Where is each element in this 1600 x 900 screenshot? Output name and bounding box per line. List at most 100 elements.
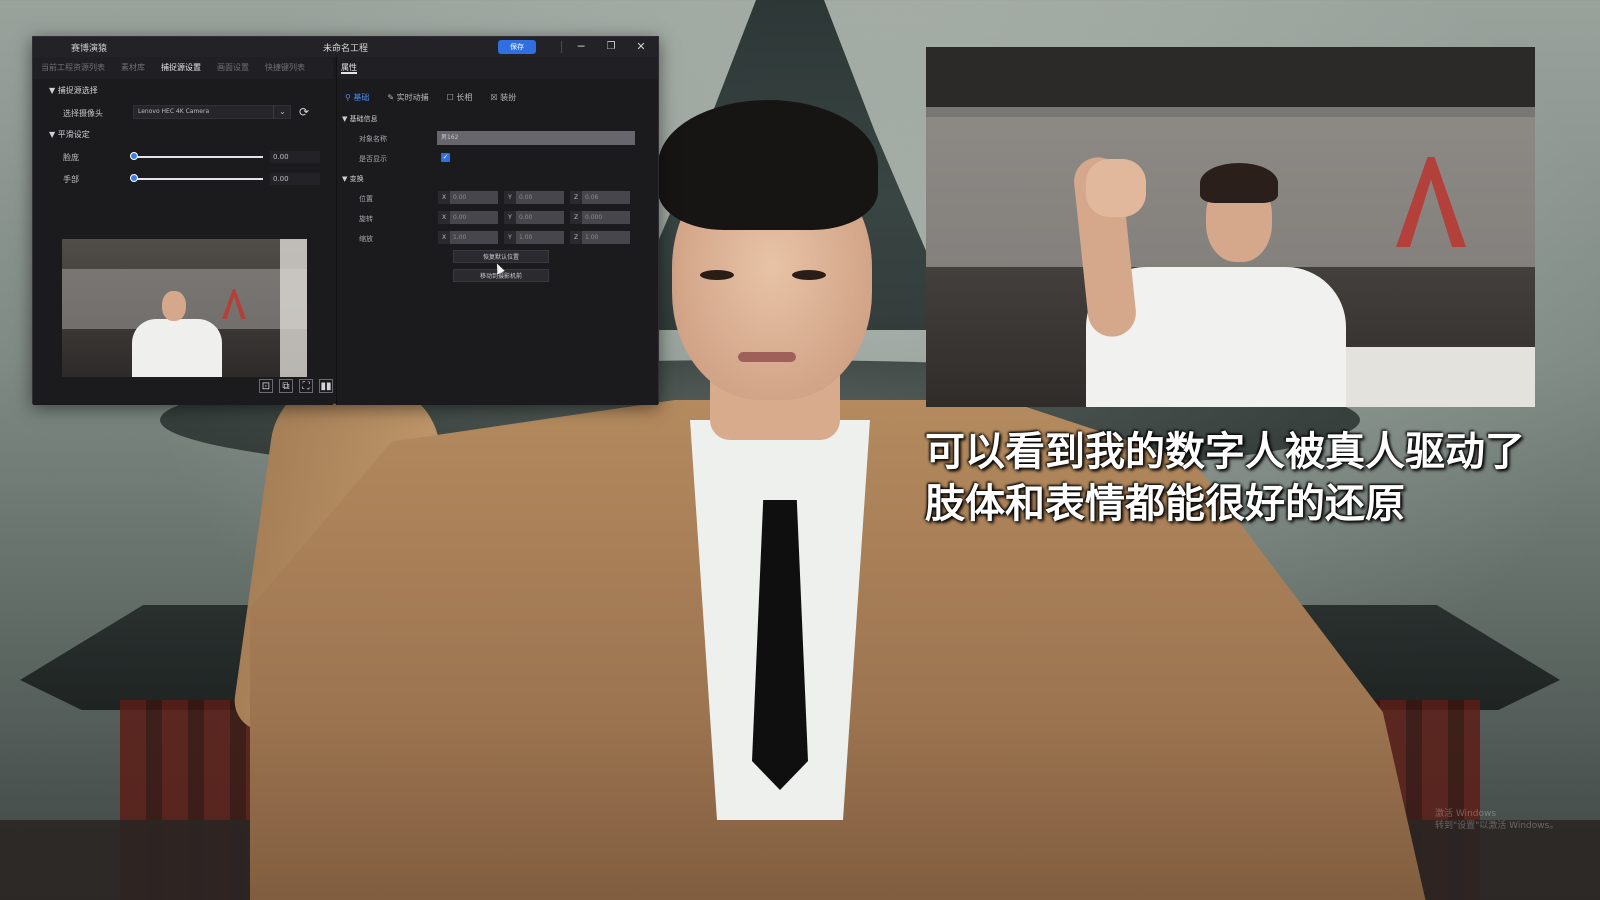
preview-person-head xyxy=(162,291,186,321)
person-frame-icon[interactable]: ⊡ xyxy=(259,379,273,393)
webcam-feed xyxy=(926,47,1535,407)
transform-toggle[interactable]: ▼ 变换 xyxy=(342,174,364,184)
watermark-line-1: 激活 Windows xyxy=(1435,809,1497,819)
axis-z-label: Z xyxy=(570,191,582,204)
scale-x-value: 1.00 xyxy=(453,234,467,241)
face-smoothing-thumb[interactable] xyxy=(130,152,138,160)
position-x-field[interactable]: X 0.00 xyxy=(438,191,498,204)
webcam-desk xyxy=(1346,347,1535,407)
visible-checkbox[interactable]: ✓ xyxy=(441,153,450,162)
window-title: 未命名工程 xyxy=(323,44,369,54)
scale-y-value: 1.00 xyxy=(519,234,533,241)
rotation-label: 旋转 xyxy=(359,215,373,223)
ground xyxy=(0,820,1600,900)
rotation-y-value: 0.00 xyxy=(519,214,533,221)
scale-y-field[interactable]: Y 1.00 xyxy=(504,231,564,244)
refresh-icon[interactable]: ⟳ xyxy=(296,104,312,120)
preview-toolbar: ⊡ ⧉ ⛶ ▮▮ xyxy=(253,379,333,393)
smoothing-section-toggle[interactable]: ▼ 平滑设定 xyxy=(49,129,90,140)
tab-project-resources[interactable]: 当前工程资源列表 xyxy=(41,57,105,79)
title-bar[interactable]: 赛博演猿 未命名工程 保存 ─ ❐ ✕ xyxy=(33,37,658,57)
scale-x-field[interactable]: X 1.00 xyxy=(438,231,498,244)
capture-source-section-toggle[interactable]: ▼ 捕捉源选择 xyxy=(49,85,98,96)
position-z-value: 0.06 xyxy=(585,194,599,201)
person-hair xyxy=(1200,163,1278,203)
subtab-appearance[interactable]: ☐ 长相 xyxy=(447,92,473,103)
left-tabs: 当前工程资源列表 素材库 捕捉源设置 画面设置 快捷键列表 xyxy=(33,57,333,79)
subtitles: 可以看到我的数字人被真人驱动了 肢体和表情都能很好的还原 xyxy=(925,426,1565,530)
axis-y-label: Y xyxy=(504,191,516,204)
position-x-value: 0.00 xyxy=(453,194,467,201)
basic-info-title: 基础信息 xyxy=(349,115,378,123)
subtab-basic[interactable]: ⚲ 基础 xyxy=(345,92,369,103)
axis-z-label: Z xyxy=(570,211,582,224)
save-button[interactable]: 保存 xyxy=(498,40,536,54)
smoothing-title: 平滑设定 xyxy=(57,130,90,139)
subtab-basic-label: 基础 xyxy=(353,93,370,102)
axis-x-label: X xyxy=(438,231,450,244)
fit-screen-icon[interactable]: ⛶ xyxy=(299,379,313,393)
properties-tab[interactable]: 属性 xyxy=(341,63,357,74)
subtab-outfit[interactable]: ☒ 装扮 xyxy=(490,92,516,103)
capture-source-title: 捕捉源选择 xyxy=(57,86,98,95)
hand-smoothing-slider[interactable] xyxy=(133,178,263,180)
position-label: 位置 xyxy=(359,195,373,203)
object-name-input[interactable]: 男162 xyxy=(437,131,635,145)
position-z-field[interactable]: Z 0.06 xyxy=(570,191,630,204)
camera-preview xyxy=(62,239,307,377)
tab-capture-source[interactable]: 捕捉源设置 xyxy=(161,57,201,79)
title-separator xyxy=(561,41,562,53)
tab-display-settings[interactable]: 画面设置 xyxy=(217,57,249,79)
property-subtabs: ⚲ 基础 ✎ 实时动捕 ☐ 长相 ☒ 装扮 xyxy=(345,92,534,103)
subtab-live-capture-label: 实时动捕 xyxy=(396,93,429,102)
tab-asset-library[interactable]: 素材库 xyxy=(121,57,145,79)
chevron-down-icon[interactable]: ⌄ xyxy=(273,105,291,119)
copy-icon[interactable]: ⧉ xyxy=(279,379,293,393)
position-y-field[interactable]: Y 0.00 xyxy=(504,191,564,204)
app-name: 赛博演猿 xyxy=(71,44,108,54)
app-window: 赛博演猿 未命名工程 保存 ─ ❐ ✕ 当前工程资源列表 素材库 捕捉源设置 画… xyxy=(32,36,659,405)
split-view-icon[interactable]: ▮▮ xyxy=(319,379,333,393)
tab-shortcuts[interactable]: 快捷键列表 xyxy=(265,57,305,79)
scale-label: 缩放 xyxy=(359,235,373,243)
position-y-value: 0.00 xyxy=(519,194,533,201)
preview-side-object xyxy=(280,239,307,377)
basic-info-toggle[interactable]: ▼ 基础信息 xyxy=(342,114,378,124)
object-name-label: 对象名称 xyxy=(359,135,387,143)
rotation-x-value: 0.00 xyxy=(453,214,467,221)
axis-z-label: Z xyxy=(570,231,582,244)
hand-smoothing-thumb[interactable] xyxy=(130,174,138,182)
hand-smoothing-value[interactable]: 0.00 xyxy=(270,173,320,185)
preview-person-shirt xyxy=(132,319,222,377)
axis-x-label: X xyxy=(438,191,450,204)
rotation-x-field[interactable]: X 0.00 xyxy=(438,211,498,224)
camera-label: 选择摄像头 xyxy=(63,109,103,118)
rotation-z-field[interactable]: Z 0.000 xyxy=(570,211,630,224)
person-hand xyxy=(1086,159,1146,217)
camera-select[interactable]: Lenovo HEC 4K Camera xyxy=(133,105,291,119)
windows-activation-watermark: 激活 Windows 转到"设置"以激活 Windows。 xyxy=(1435,808,1558,832)
scale-z-value: 1.00 xyxy=(585,234,599,241)
properties-panel: 属性 ⚲ 基础 ✎ 实时动捕 ☐ 长相 ☒ 装扮 ▼ 基础信息 对象名称 男16… xyxy=(336,57,658,405)
subtab-outfit-label: 装扮 xyxy=(500,93,517,102)
rotation-z-value: 0.000 xyxy=(585,214,603,221)
face-smoothing-slider[interactable] xyxy=(133,156,263,158)
reset-position-button[interactable]: 恢复默认位置 xyxy=(453,250,549,263)
axis-y-label: Y xyxy=(504,211,516,224)
minimize-icon[interactable]: ─ xyxy=(571,39,591,55)
scale-z-field[interactable]: Z 1.00 xyxy=(570,231,630,244)
face-smoothing-value[interactable]: 0.00 xyxy=(270,151,320,163)
close-icon[interactable]: ✕ xyxy=(631,39,651,55)
maximize-icon[interactable]: ❐ xyxy=(601,39,621,55)
subtitle-line-1: 可以看到我的数字人被真人驱动了 xyxy=(925,429,1525,475)
face-smoothing-label: 脸庞 xyxy=(63,153,79,162)
subtitle-line-2: 肢体和表情都能很好的还原 xyxy=(925,481,1405,527)
axis-x-label: X xyxy=(438,211,450,224)
rotation-y-field[interactable]: Y 0.00 xyxy=(504,211,564,224)
watermark-line-2: 转到"设置"以激活 Windows。 xyxy=(1435,821,1559,831)
subtab-appearance-label: 长相 xyxy=(456,93,473,102)
subtab-live-capture[interactable]: ✎ 实时动捕 xyxy=(387,92,428,103)
visible-label: 是否显示 xyxy=(359,155,387,163)
hand-smoothing-label: 手部 xyxy=(63,175,79,184)
axis-y-label: Y xyxy=(504,231,516,244)
